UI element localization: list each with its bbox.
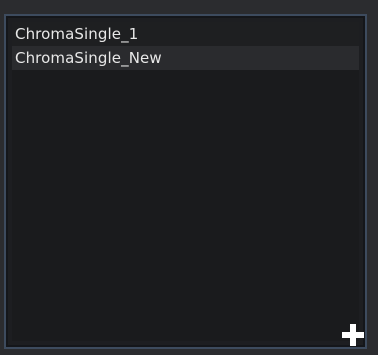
plus-icon	[342, 324, 364, 346]
item-list-panel: ChromaSingle_1 ChromaSingle_New	[4, 14, 367, 349]
list-item-chromasingle-new[interactable]: ChromaSingle_New	[12, 46, 359, 70]
item-list: ChromaSingle_1 ChromaSingle_New	[12, 22, 359, 70]
list-item-chromasingle-1[interactable]: ChromaSingle_1	[12, 22, 359, 46]
add-item-button[interactable]	[341, 323, 365, 347]
item-list-area[interactable]: ChromaSingle_1 ChromaSingle_New	[12, 22, 364, 346]
